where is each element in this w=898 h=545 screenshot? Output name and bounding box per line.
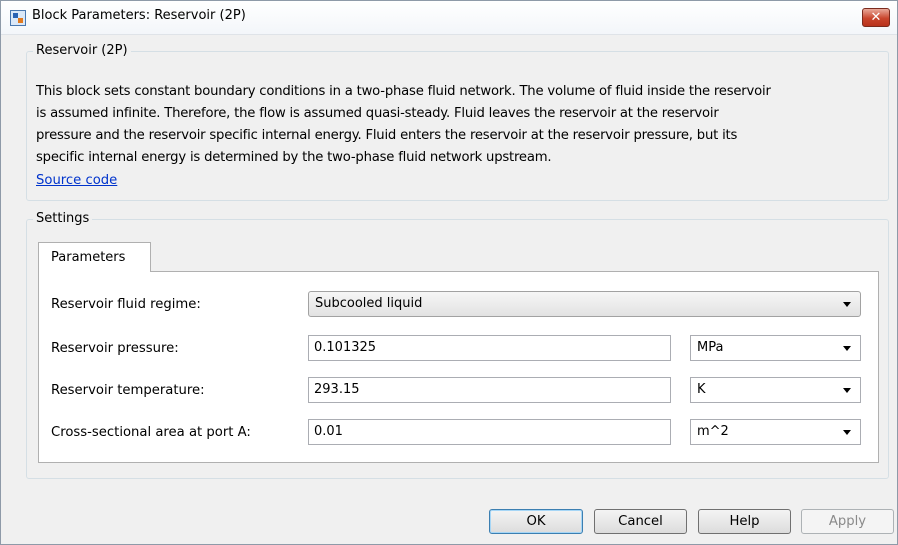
description-line: is assumed infinite. Therefore, the flow… <box>36 106 719 121</box>
area-label: Cross-sectional area at port A: <box>51 425 251 440</box>
area-value: 0.01 <box>314 424 343 439</box>
apply-button[interactable]: Apply <box>801 509 894 534</box>
area-unit-dropdown[interactable]: m^2 <box>690 419 861 445</box>
source-code-link[interactable]: Source code <box>36 173 117 188</box>
block-group-title: Reservoir (2P) <box>33 43 131 58</box>
temperature-label: Reservoir temperature: <box>51 383 205 398</box>
temperature-value: 293.15 <box>314 382 360 397</box>
pressure-unit-value: MPa <box>697 340 724 355</box>
fluid-regime-value: Subcooled liquid <box>315 296 423 311</box>
chevron-down-icon <box>843 388 851 393</box>
cancel-button[interactable]: Cancel <box>594 509 687 534</box>
title-bar[interactable]: Block Parameters: Reservoir (2P) ✕ <box>1 1 897 35</box>
description-line: specific internal energy is determined b… <box>36 150 552 165</box>
simulink-block-icon <box>10 10 26 26</box>
temperature-unit-dropdown[interactable]: K <box>690 377 861 403</box>
chevron-down-icon <box>843 302 851 307</box>
pressure-label: Reservoir pressure: <box>51 341 179 356</box>
tab-parameters[interactable]: Parameters <box>38 242 151 272</box>
help-button[interactable]: Help <box>698 509 791 534</box>
chevron-down-icon <box>843 430 851 435</box>
chevron-down-icon <box>843 346 851 351</box>
ok-button[interactable]: OK <box>489 509 583 534</box>
description-line: This block sets constant boundary condit… <box>36 84 771 99</box>
close-icon: ✕ <box>870 10 882 25</box>
description-line: pressure and the reservoir specific inte… <box>36 128 738 143</box>
window-title: Block Parameters: Reservoir (2P) <box>32 8 246 23</box>
fluid-regime-dropdown[interactable]: Subcooled liquid <box>308 291 861 317</box>
block-description: This block sets constant boundary condit… <box>36 81 886 169</box>
settings-group-title: Settings <box>33 211 93 226</box>
dialog-window: Block Parameters: Reservoir (2P) ✕ Reser… <box>0 0 898 545</box>
pressure-value: 0.101325 <box>314 340 377 355</box>
temperature-input[interactable]: 293.15 <box>308 377 671 403</box>
pressure-input[interactable]: 0.101325 <box>308 335 671 361</box>
area-input[interactable]: 0.01 <box>308 419 671 445</box>
tab-parameters-label: Parameters <box>51 250 126 265</box>
area-unit-value: m^2 <box>697 424 729 439</box>
pressure-unit-dropdown[interactable]: MPa <box>690 335 861 361</box>
fluid-regime-label: Reservoir fluid regime: <box>51 297 201 312</box>
close-button[interactable]: ✕ <box>862 8 890 27</box>
temperature-unit-value: K <box>697 382 706 397</box>
